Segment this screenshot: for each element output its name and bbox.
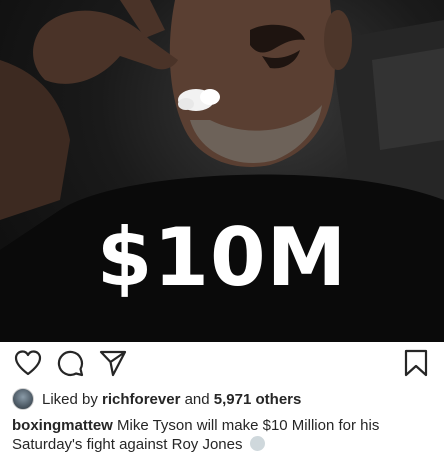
caption: boxingmattew Mike Tyson will make $10 Mi… (12, 416, 434, 454)
share-icon (99, 350, 127, 377)
like-button[interactable] (13, 348, 43, 378)
liker-username[interactable]: richforever (102, 391, 180, 408)
save-button[interactable] (401, 348, 431, 378)
share-button[interactable] (98, 348, 128, 378)
likes-and: and (184, 390, 210, 408)
avatar[interactable] (12, 388, 34, 410)
heart-icon (14, 350, 42, 376)
comment-icon (57, 350, 84, 377)
comment-button[interactable] (55, 348, 85, 378)
post-image[interactable]: $10M (0, 0, 444, 342)
overlay-text: $10M (96, 211, 348, 304)
likes-summary: Liked by richforever and 5,971 others (12, 388, 436, 410)
bookmark-icon (404, 349, 428, 377)
action-bar (0, 342, 444, 384)
likes-prefix: Liked by (42, 390, 98, 408)
likes-count[interactable]: 5,971 others (214, 391, 302, 408)
caption-username[interactable]: boxingmattew (12, 417, 113, 434)
